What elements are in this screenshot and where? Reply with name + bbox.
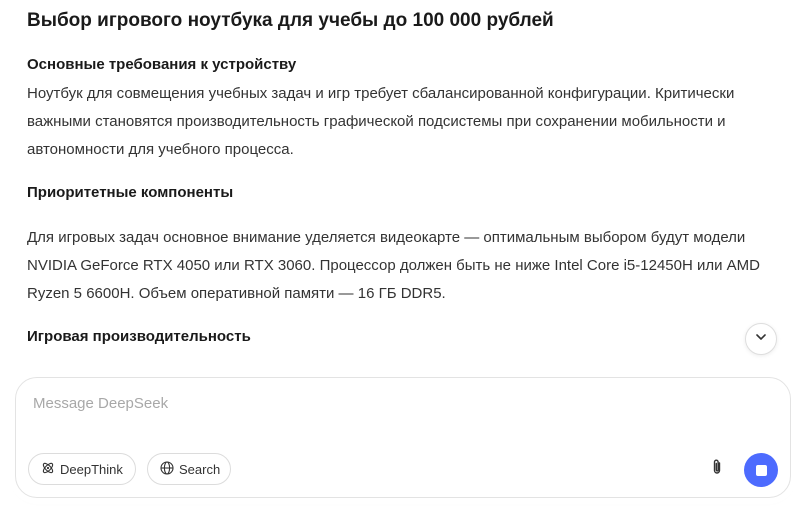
section-heading-gaming: Игровая производительность (27, 328, 251, 345)
attach-button[interactable] (706, 458, 728, 480)
stop-icon (755, 464, 767, 476)
paragraph-line: автономности для учебного процесса. (27, 141, 294, 158)
message-composer: DeepThink Search (15, 377, 791, 498)
search-label: Search (179, 461, 221, 477)
deepthink-label: DeepThink (60, 461, 123, 477)
paperclip-icon (709, 458, 725, 481)
chevron-down-icon (754, 330, 768, 349)
section-paragraph-requirements: Ноутбук для совмещения учебных задач и и… (27, 80, 777, 164)
paragraph-line: Ноутбук для совмещения учебных задач и и… (27, 85, 735, 102)
section-paragraph-components: Для игровых задач основное внимание удел… (27, 224, 777, 308)
chat-page: Выбор игрового ноутбука для учебы до 100… (0, 0, 800, 509)
paragraph-line: NVIDIA GeForce RTX 4050 или RTX 3060. Пр… (27, 257, 760, 274)
paragraph-line: Ryzen 5 6600H. Объем оперативной памяти … (27, 285, 446, 302)
paragraph-line: важными становятся производительность гр… (27, 113, 726, 130)
stop-generation-button[interactable] (744, 453, 778, 487)
globe-icon (160, 460, 174, 478)
deepthink-icon (41, 461, 55, 478)
paragraph-line: Для игровых задач основное внимание удел… (27, 229, 746, 246)
search-button[interactable]: Search (147, 453, 231, 485)
message-input[interactable] (33, 395, 633, 412)
section-heading-requirements: Основные требования к устройству (27, 56, 297, 73)
scroll-to-bottom-button[interactable] (745, 323, 777, 355)
response-title: Выбор игрового ноутбука для учебы до 100… (27, 10, 554, 31)
deepthink-button[interactable]: DeepThink (28, 453, 136, 485)
section-heading-components: Приоритетные компоненты (27, 184, 234, 201)
